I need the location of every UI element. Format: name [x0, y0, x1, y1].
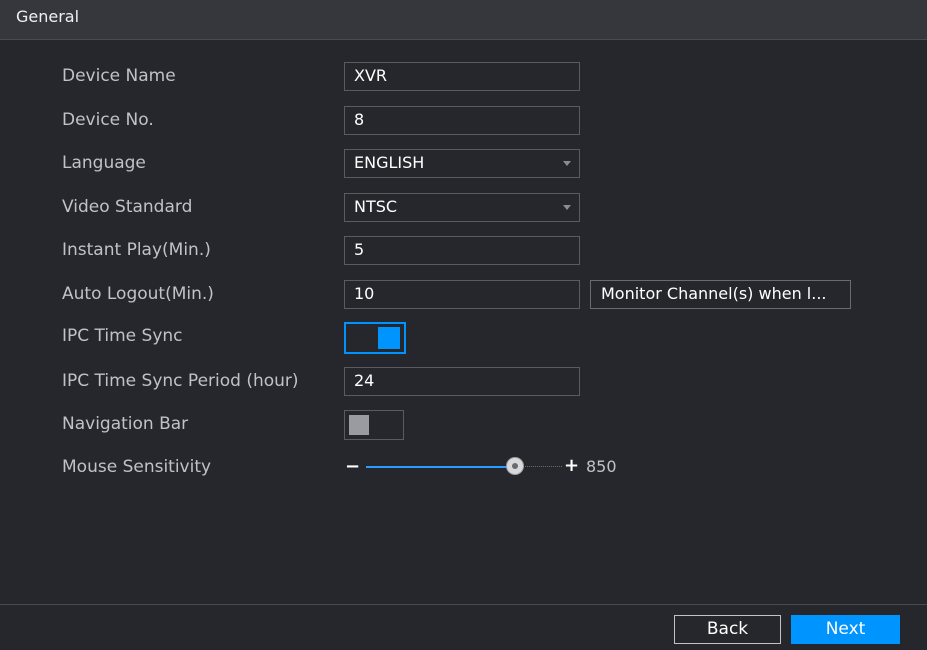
auto-logout-input[interactable]: 10 [344, 280, 580, 309]
device-no-label: Device No. [62, 110, 154, 130]
slider-thumb-dot [512, 463, 518, 469]
monitor-channels-label: Monitor Channel(s) when l... [601, 284, 827, 303]
device-name-value: XVR [354, 66, 388, 85]
video-standard-value: NTSC [354, 197, 398, 216]
ipc-time-sync-toggle[interactable] [344, 322, 406, 354]
ipc-time-sync-period-input[interactable]: 24 [344, 367, 580, 396]
navigation-bar-label: Navigation Bar [62, 414, 189, 434]
monitor-channels-button[interactable]: Monitor Channel(s) when l... [590, 280, 851, 309]
device-no-value: 8 [354, 110, 365, 129]
page-title: General [16, 7, 80, 26]
device-name-label: Device Name [62, 66, 176, 86]
language-label: Language [62, 153, 146, 173]
instant-play-value: 5 [354, 240, 365, 259]
footer-bar: Back Next [0, 604, 927, 650]
ipc-time-sync-label: IPC Time Sync [62, 326, 183, 346]
mouse-sensitivity-label: Mouse Sensitivity [62, 457, 212, 477]
row-mouse-sensitivity: Mouse Sensitivity − + 850 [0, 453, 927, 483]
device-no-input[interactable]: 8 [344, 106, 580, 135]
header-bar: General [0, 0, 927, 40]
minus-icon[interactable]: − [345, 456, 360, 477]
mouse-sensitivity-slider[interactable] [366, 458, 576, 474]
instant-play-input[interactable]: 5 [344, 236, 580, 265]
chevron-down-icon [563, 161, 571, 166]
general-settings-window: General Device Name XVR Device No. 8 Lan… [0, 0, 927, 650]
slider-thumb[interactable] [507, 458, 523, 474]
video-standard-dropdown[interactable]: NTSC [344, 193, 580, 222]
plus-icon[interactable]: + [564, 455, 579, 476]
auto-logout-value: 10 [354, 284, 375, 303]
device-name-input[interactable]: XVR [344, 62, 580, 91]
language-dropdown[interactable]: ENGLISH [344, 149, 580, 178]
mouse-sensitivity-value: 850 [586, 457, 617, 476]
toggle-knob [349, 415, 369, 435]
ipc-time-sync-period-label: IPC Time Sync Period (hour) [62, 371, 299, 391]
chevron-down-icon [563, 205, 571, 210]
ipc-time-sync-period-value: 24 [354, 371, 375, 390]
back-button[interactable]: Back [674, 615, 781, 644]
language-value: ENGLISH [354, 153, 425, 172]
instant-play-label: Instant Play(Min.) [62, 240, 211, 260]
auto-logout-label: Auto Logout(Min.) [62, 284, 214, 304]
settings-form: Device Name XVR Device No. 8 Language EN… [0, 40, 927, 560]
video-standard-label: Video Standard [62, 197, 193, 217]
toggle-knob [378, 327, 400, 349]
next-button[interactable]: Next [791, 615, 900, 644]
navigation-bar-toggle[interactable] [344, 410, 404, 440]
slider-fill [366, 466, 509, 468]
